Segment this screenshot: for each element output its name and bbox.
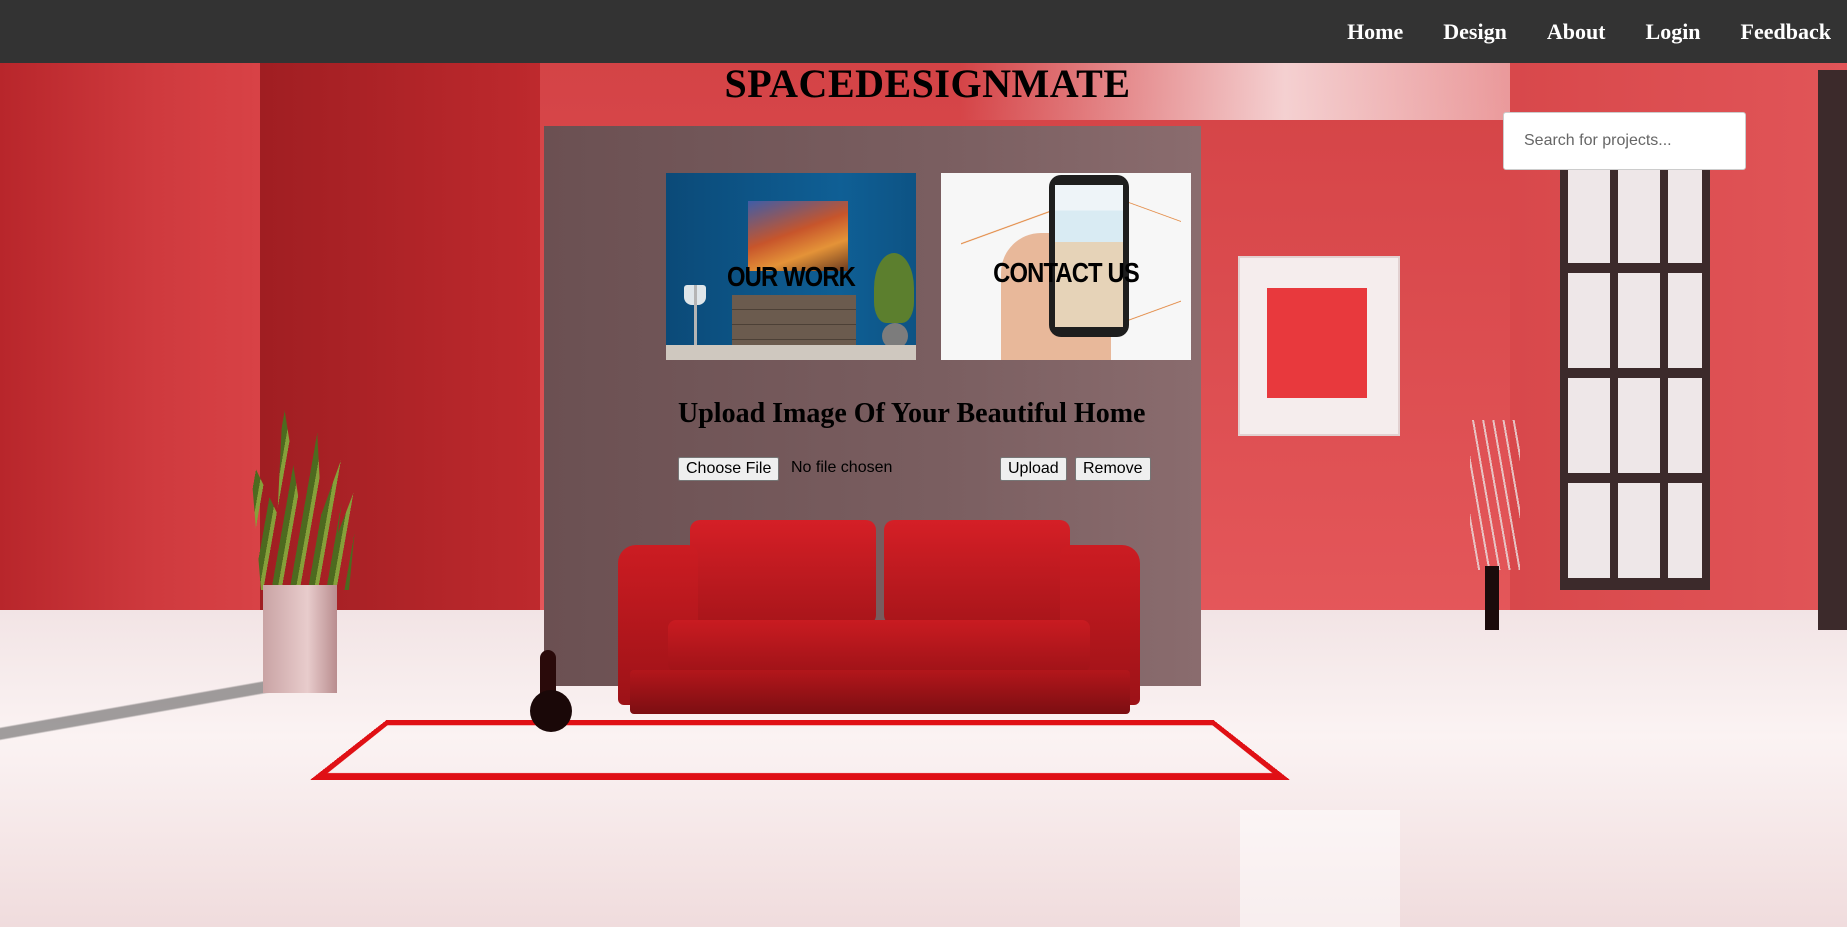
choose-file-button[interactable]: Choose File xyxy=(678,457,780,481)
nav-link-home[interactable]: Home xyxy=(1327,19,1423,45)
phone-screen xyxy=(1055,185,1123,327)
window-edge xyxy=(1818,70,1847,630)
plant-pot xyxy=(263,585,337,693)
contact-us-label: CONTACT US xyxy=(993,257,1140,288)
floor-rug xyxy=(310,720,1290,780)
our-work-card[interactable]: OUR WORK xyxy=(666,173,916,360)
contact-us-card[interactable]: CONTACT US xyxy=(941,173,1191,360)
skirting-board xyxy=(0,650,290,770)
window xyxy=(1560,160,1710,590)
nav-link-design[interactable]: Design xyxy=(1423,19,1527,45)
upload-button[interactable]: Upload xyxy=(1000,457,1067,481)
file-status: No file chosen xyxy=(791,459,893,476)
site-title: SPACEDESIGNMATE xyxy=(724,61,1131,106)
search-input[interactable] xyxy=(1503,112,1746,170)
window-mullion xyxy=(1660,160,1668,590)
vase xyxy=(530,690,572,732)
window-mullion xyxy=(1610,160,1618,590)
upload-heading: Upload Image Of Your Beautiful Home xyxy=(678,398,1146,429)
decor-twigs xyxy=(1470,420,1520,570)
nav-link-feedback[interactable]: Feedback xyxy=(1721,19,1847,45)
wall-art xyxy=(1267,288,1367,398)
vase-neck xyxy=(540,650,556,696)
remove-button[interactable]: Remove xyxy=(1075,457,1151,481)
sofa-seat xyxy=(668,620,1090,672)
floor-reflection xyxy=(1240,810,1400,927)
nav-links: Home Design About Login Feedback xyxy=(1327,0,1847,63)
tall-vase xyxy=(1485,566,1499,630)
our-work-label: OUR WORK xyxy=(726,261,856,292)
nav-link-login[interactable]: Login xyxy=(1626,19,1721,45)
sofa-cushion-left xyxy=(690,520,876,625)
sofa-base xyxy=(630,670,1130,714)
navbar: Home Design About Login Feedback xyxy=(0,0,1847,63)
card-floor xyxy=(666,345,916,360)
sofa-cushion-right xyxy=(884,520,1070,625)
nav-link-about[interactable]: About xyxy=(1527,19,1626,45)
